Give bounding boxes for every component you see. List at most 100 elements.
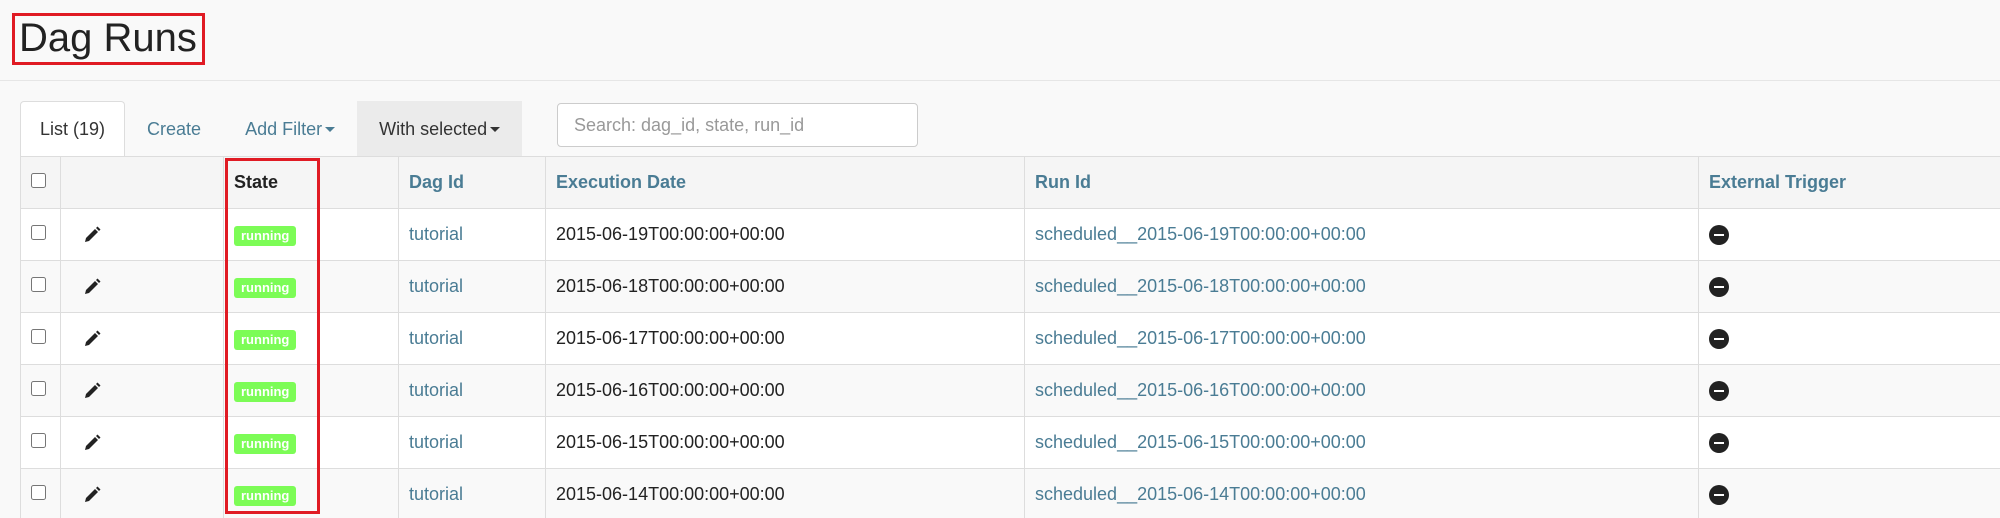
minus-circle-icon	[1709, 225, 1729, 246]
row-checkbox[interactable]	[31, 485, 46, 500]
state-badge: running	[234, 433, 297, 454]
minus-circle-icon	[1709, 433, 1729, 454]
row-dag-id-cell: tutorial	[398, 468, 546, 518]
row-state-cell: running	[223, 208, 399, 261]
row-run-id-cell: scheduled__2015-06-15T00:00:00+00:00	[1024, 416, 1699, 469]
dag-id-link[interactable]: tutorial	[409, 484, 463, 504]
table-row: running tutorial 2015-06-14T00:00:00+00:00…	[20, 468, 2000, 518]
header-actions-cell	[60, 156, 224, 209]
run-id-link[interactable]: scheduled__2015-06-14T00:00:00+00:00	[1035, 484, 1366, 504]
dag-id-link[interactable]: tutorial	[409, 380, 463, 400]
row-external-trigger-cell	[1698, 416, 2000, 469]
row-execution-date-cell: 2015-06-14T00:00:00+00:00	[545, 468, 1025, 518]
row-select-cell	[20, 416, 61, 469]
row-execution-date-cell: 2015-06-16T00:00:00+00:00	[545, 364, 1025, 417]
row-checkbox[interactable]	[31, 433, 46, 448]
row-external-trigger-cell	[1698, 468, 2000, 518]
row-checkbox[interactable]	[31, 277, 46, 292]
row-actions-cell	[60, 416, 224, 469]
minus-circle-icon	[1709, 329, 1729, 350]
table-row: running tutorial 2015-06-19T00:00:00+00:00…	[20, 208, 2000, 261]
row-dag-id-cell: tutorial	[398, 364, 546, 417]
row-run-id-cell: scheduled__2015-06-17T00:00:00+00:00	[1024, 312, 1699, 365]
dag-runs-page: Dag Runs List (19) Create Add Filter Wit…	[0, 0, 2000, 518]
header-dag-id[interactable]: Dag Id	[398, 156, 546, 209]
edit-pencil-icon[interactable]	[83, 486, 213, 504]
row-state-cell: running	[223, 468, 399, 518]
edit-pencil-icon[interactable]	[83, 278, 213, 296]
state-badge: running	[234, 329, 297, 350]
row-run-id-cell: scheduled__2015-06-18T00:00:00+00:00	[1024, 260, 1699, 313]
table-row: running tutorial 2015-06-17T00:00:00+00:00…	[20, 312, 2000, 365]
row-checkbox[interactable]	[31, 381, 46, 396]
row-run-id-cell: scheduled__2015-06-19T00:00:00+00:00	[1024, 208, 1699, 261]
table-row: running tutorial 2015-06-16T00:00:00+00:00…	[20, 364, 2000, 417]
row-select-cell	[20, 364, 61, 417]
row-run-id-cell: scheduled__2015-06-14T00:00:00+00:00	[1024, 468, 1699, 518]
row-dag-id-cell: tutorial	[398, 312, 546, 365]
run-id-link[interactable]: scheduled__2015-06-19T00:00:00+00:00	[1035, 224, 1366, 244]
dag-id-link[interactable]: tutorial	[409, 328, 463, 348]
header-execution-date[interactable]: Execution Date	[545, 156, 1025, 209]
with-selected-dropdown[interactable]: With selected	[357, 101, 523, 157]
row-external-trigger-cell	[1698, 364, 2000, 417]
select-all-checkbox[interactable]	[31, 173, 46, 188]
page-title: Dag Runs	[19, 16, 197, 60]
row-execution-date-cell: 2015-06-17T00:00:00+00:00	[545, 312, 1025, 365]
edit-pencil-icon[interactable]	[83, 226, 213, 244]
row-execution-date-cell: 2015-06-19T00:00:00+00:00	[545, 208, 1025, 261]
row-checkbox[interactable]	[31, 225, 46, 240]
dag-id-link[interactable]: tutorial	[409, 224, 463, 244]
dag-id-link[interactable]: tutorial	[409, 432, 463, 452]
tab-list-label: List (19)	[40, 118, 106, 139]
table-row: running tutorial 2015-06-15T00:00:00+00:00…	[20, 416, 2000, 469]
caret-down-icon	[490, 126, 501, 132]
run-id-link[interactable]: scheduled__2015-06-15T00:00:00+00:00	[1035, 432, 1366, 452]
edit-pencil-icon[interactable]	[83, 382, 213, 400]
tab-list[interactable]: List (19)	[20, 101, 126, 157]
edit-pencil-icon[interactable]	[83, 434, 213, 452]
execution-date-value: 2015-06-18T00:00:00+00:00	[556, 276, 785, 296]
row-state-cell: running	[223, 312, 399, 365]
with-selected-label: With selected	[379, 118, 488, 139]
header-external-trigger[interactable]: External Trigger	[1698, 156, 2000, 209]
row-state-cell: running	[223, 416, 399, 469]
row-select-cell	[20, 208, 61, 261]
header-state[interactable]: State	[223, 156, 399, 209]
header-run-id[interactable]: Run Id	[1024, 156, 1699, 209]
row-run-id-cell: scheduled__2015-06-16T00:00:00+00:00	[1024, 364, 1699, 417]
execution-date-value: 2015-06-14T00:00:00+00:00	[556, 484, 785, 504]
row-select-cell	[20, 260, 61, 313]
header-divider	[0, 80, 2000, 81]
row-checkbox[interactable]	[31, 329, 46, 344]
row-select-cell	[20, 312, 61, 365]
run-id-link[interactable]: scheduled__2015-06-17T00:00:00+00:00	[1035, 328, 1366, 348]
run-id-link[interactable]: scheduled__2015-06-16T00:00:00+00:00	[1035, 380, 1366, 400]
caret-down-icon	[325, 126, 336, 132]
row-actions-cell	[60, 312, 224, 365]
tab-create-label: Create	[147, 118, 202, 139]
minus-circle-icon	[1709, 485, 1729, 506]
row-dag-id-cell: tutorial	[398, 208, 546, 261]
row-execution-date-cell: 2015-06-18T00:00:00+00:00	[545, 260, 1025, 313]
dag-id-link[interactable]: tutorial	[409, 276, 463, 296]
table-body: running tutorial 2015-06-19T00:00:00+00:00…	[20, 208, 2000, 518]
row-actions-cell	[60, 260, 224, 313]
row-external-trigger-cell	[1698, 260, 2000, 313]
edit-pencil-icon[interactable]	[83, 330, 213, 348]
state-badge: running	[234, 277, 297, 298]
row-state-cell: running	[223, 364, 399, 417]
minus-circle-icon	[1709, 277, 1729, 298]
add-filter-dropdown[interactable]: Add Filter	[223, 101, 357, 157]
tab-create[interactable]: Create	[125, 101, 223, 157]
row-dag-id-cell: tutorial	[398, 260, 546, 313]
state-badge: running	[234, 381, 297, 402]
row-select-cell	[20, 468, 61, 518]
execution-date-value: 2015-06-15T00:00:00+00:00	[556, 432, 785, 452]
execution-date-value: 2015-06-17T00:00:00+00:00	[556, 328, 785, 348]
run-id-link[interactable]: scheduled__2015-06-18T00:00:00+00:00	[1035, 276, 1366, 296]
execution-date-value: 2015-06-16T00:00:00+00:00	[556, 380, 785, 400]
search-input[interactable]	[557, 103, 918, 147]
row-actions-cell	[60, 468, 224, 518]
state-badge: running	[234, 225, 297, 246]
